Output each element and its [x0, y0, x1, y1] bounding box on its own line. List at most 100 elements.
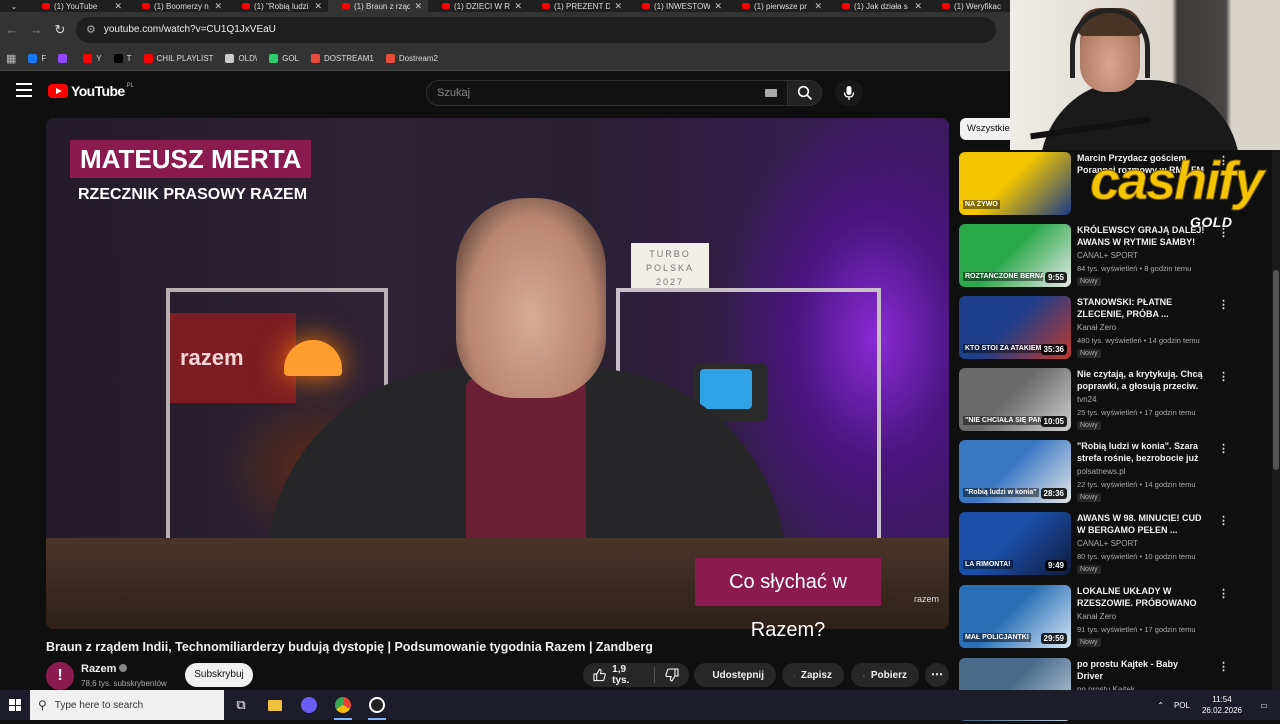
tab-search-button[interactable]: ⌄	[0, 0, 28, 12]
video-title[interactable]: STANOWSKI: PŁATNE ZLECENIE, PRÓBA ...	[1077, 296, 1205, 320]
browser-tab[interactable]: (1) PREZENT D✕	[528, 0, 628, 12]
video-title[interactable]: LOKALNE UKŁADY W RZESZOWIE. PRÓBOWANO ..…	[1077, 585, 1205, 609]
bookmark-item[interactable]: GOL	[269, 54, 299, 63]
chevron-up-icon[interactable]: ⌃	[1157, 701, 1164, 710]
recommended-video[interactable]: "NIE CHCIAŁA SIĘ PANI LEPIEJ PRZYGOTOWAĆ…	[959, 368, 1279, 434]
more-actions-button[interactable]: ⋯	[925, 663, 949, 687]
close-tab-icon[interactable]: ✕	[514, 1, 522, 12]
bookmark-item[interactable]: Dostream2	[386, 54, 438, 63]
start-button[interactable]	[0, 690, 30, 720]
video-thumbnail[interactable]: "Robią ludzi w konia"28:36	[959, 440, 1071, 503]
video-title[interactable]: "Robią ludzi w konia". Szara strefa rośn…	[1077, 440, 1205, 464]
youtube-logo[interactable]: YouTube PL	[48, 83, 134, 99]
voice-search-button[interactable]	[835, 80, 863, 106]
more-vertical-icon[interactable]: ⋮	[1218, 587, 1229, 600]
taskbar-search-input[interactable]: ⚲ Type here to search	[30, 690, 224, 720]
close-tab-icon[interactable]: ✕	[314, 1, 322, 12]
browser-tab[interactable]: (1) DZIECI W R✕	[428, 0, 528, 12]
bookmark-item[interactable]: DOSTREAM1	[311, 54, 374, 63]
browser-tab[interactable]: (1) Boomerzy n✕	[128, 0, 228, 12]
bookmark-item[interactable]: T	[114, 54, 132, 63]
search-input[interactable]: Szukaj	[426, 80, 788, 106]
video-thumbnail[interactable]: "NIE CHCIAŁA SIĘ PANI LEPIEJ PRZYGOTOWAĆ…	[959, 368, 1071, 431]
channel-name[interactable]: CANAL+ SPORT	[1077, 539, 1138, 548]
channel-name[interactable]: polsatnews.pl	[1077, 467, 1125, 476]
forward-button[interactable]: →	[24, 18, 48, 42]
chevron-down-icon: ⌄	[11, 2, 18, 11]
chrome-icon[interactable]	[326, 690, 360, 720]
video-title[interactable]: Nie czytają, a krytykują. Chcą poprawki,…	[1077, 368, 1205, 392]
obs-icon[interactable]	[360, 690, 394, 720]
subscriber-count: 78,6 tys. subskrybentów	[81, 679, 167, 688]
page-scrollbar[interactable]	[1272, 150, 1280, 690]
bookmarks-bar: ▦ F Y T CHIL PLAYLIST OLD\ GOL DOSTREAM1 Dostre…	[0, 47, 1010, 71]
discord-icon[interactable]	[292, 690, 326, 720]
more-vertical-icon[interactable]: ⋮	[1218, 298, 1229, 311]
browser-tab[interactable]: (1) Braun z rząd✕	[328, 0, 428, 12]
bookmark-item[interactable]: Y	[83, 54, 101, 63]
channel-name[interactable]: tvn24	[1077, 395, 1097, 404]
channel-name[interactable]: CANAL+ SPORT	[1077, 251, 1138, 260]
language-indicator[interactable]: POL	[1174, 701, 1190, 710]
scrollbar-thumb[interactable]	[1273, 270, 1279, 470]
download-icon	[863, 669, 865, 682]
bookmark-item[interactable]: OLD\	[225, 54, 257, 63]
video-title[interactable]: po prostu Kajtek - Baby Driver	[1077, 658, 1205, 682]
menu-icon[interactable]	[16, 83, 32, 97]
more-vertical-icon[interactable]: ⋮	[1218, 514, 1229, 527]
keyboard-icon[interactable]	[765, 89, 777, 97]
channel-avatar[interactable]: !	[46, 662, 74, 690]
apps-icon[interactable]: ▦	[6, 52, 16, 65]
video-thumbnail[interactable]: ROZTAŃCZONE BERNABÉU9:55	[959, 224, 1071, 287]
channel-name[interactable]: Kanał Zero	[1077, 323, 1116, 332]
more-vertical-icon[interactable]: ⋮	[1218, 442, 1229, 455]
address-bar[interactable]: ⚙ youtube.com/watch?v=CU1Q1JxVEaU	[76, 17, 996, 43]
task-view-icon[interactable]: ⧉	[224, 690, 258, 720]
channel-name[interactable]: Razem	[81, 663, 127, 675]
more-vertical-icon[interactable]: ⋮	[1218, 660, 1229, 673]
close-tab-icon[interactable]: ✕	[114, 1, 122, 12]
bookmark-item[interactable]: F	[28, 54, 46, 63]
clock[interactable]: 11:54 26.02.2026	[1202, 694, 1242, 716]
save-button[interactable]: Zapisz	[782, 663, 844, 687]
close-tab-icon[interactable]: ✕	[814, 1, 822, 12]
video-thumbnail[interactable]: LA RIMONTA!9:49	[959, 512, 1071, 575]
notifications-icon[interactable]: ▭	[1254, 701, 1274, 710]
recommended-video[interactable]: KTO STOI ZA ATAKIEM?35:36STANOWSKI: PŁAT…	[959, 296, 1279, 362]
browser-tab[interactable]: (1) Jak działa s✕	[828, 0, 928, 12]
recommended-video[interactable]: "Robią ludzi w konia"28:36"Robią ludzi w…	[959, 440, 1279, 506]
close-tab-icon[interactable]: ✕	[414, 1, 422, 12]
video-thumbnail[interactable]: MAŁ POLICJANTKI29:59	[959, 585, 1071, 648]
video-thumbnail[interactable]: NA ŻYWO	[959, 152, 1071, 215]
back-button[interactable]: ←	[0, 18, 24, 42]
search-button[interactable]	[788, 80, 822, 106]
bookmark-item[interactable]	[58, 54, 71, 63]
browser-tab[interactable]: (1) "Robią ludzi✕	[228, 0, 328, 12]
browser-tab[interactable]: (1) YouTube✕	[28, 0, 128, 12]
file-explorer-icon[interactable]	[258, 690, 292, 720]
recommended-video[interactable]: LA RIMONTA!9:49AWANS W 98. MINUCIE! CUD …	[959, 512, 1279, 578]
recommended-video[interactable]: MAŁ POLICJANTKI29:59LOKALNE UKŁADY W RZE…	[959, 585, 1279, 651]
dislike-button[interactable]	[655, 663, 689, 687]
close-tab-icon[interactable]: ✕	[714, 1, 722, 12]
bookmark-item[interactable]: CHIL PLAYLIST	[144, 54, 214, 63]
share-button[interactable]: Udostępnij	[694, 663, 776, 687]
thumbnail-text: "Robią ludzi w konia"	[963, 488, 1039, 497]
video-duration: 28:36	[1041, 488, 1067, 499]
new-badge: Nowy	[1077, 277, 1101, 286]
reload-icon: ↻	[55, 22, 66, 38]
site-info-icon[interactable]: ⚙	[86, 23, 96, 36]
close-tab-icon[interactable]: ✕	[214, 1, 222, 12]
download-button[interactable]: Pobierz	[851, 663, 919, 687]
close-tab-icon[interactable]: ✕	[914, 1, 922, 12]
channel-name[interactable]: Kanał Zero	[1077, 612, 1116, 621]
browser-tab[interactable]: (1) pierwsze pr✕	[728, 0, 828, 12]
reload-button[interactable]: ↻	[48, 18, 72, 42]
video-title[interactable]: AWANS W 98. MINUCIE! CUD W BERGAMO PEŁEN…	[1077, 512, 1205, 536]
browser-tab[interactable]: (1) INWESTOW✕	[628, 0, 728, 12]
more-vertical-icon[interactable]: ⋮	[1218, 370, 1229, 383]
close-tab-icon[interactable]: ✕	[614, 1, 622, 12]
like-button[interactable]: 1,9 tys.	[583, 663, 654, 687]
subscribe-button[interactable]: Subskrybuj	[185, 663, 253, 687]
video-thumbnail[interactable]: KTO STOI ZA ATAKIEM?35:36	[959, 296, 1071, 359]
